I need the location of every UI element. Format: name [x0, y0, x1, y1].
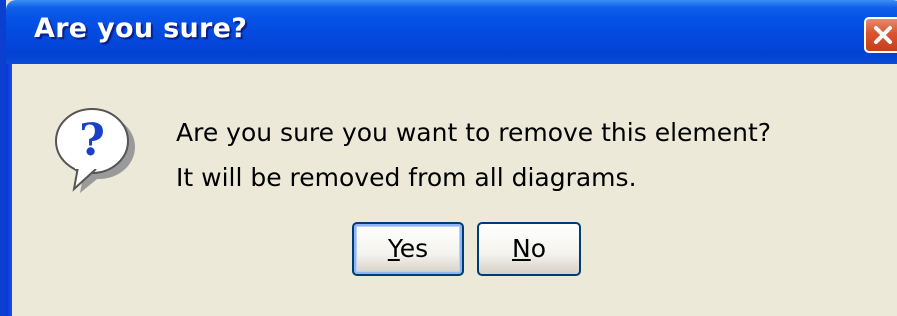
no-mnemonic: N — [512, 234, 531, 263]
yes-button[interactable]: Yes — [352, 222, 464, 276]
yes-label-rest: es — [399, 234, 429, 263]
yes-mnemonic: Y — [387, 234, 400, 263]
message-line-1: Are you sure you want to remove this ele… — [176, 118, 772, 147]
question-icon: ? — [55, 108, 135, 193]
svg-text:?: ? — [79, 115, 105, 166]
dialog-title: Are you sure? — [34, 13, 248, 44]
window-left-border — [6, 64, 12, 316]
message-line-2: It will be removed from all diagrams. — [176, 163, 637, 192]
close-button[interactable] — [864, 17, 897, 53]
no-button[interactable]: No — [477, 222, 581, 276]
dialog-message: Are you sure you want to remove this ele… — [176, 110, 771, 200]
title-bar[interactable]: Are you sure? — [6, 0, 897, 64]
close-icon — [874, 26, 892, 44]
dialog-window: Are you sure? ? Are you sure you want to… — [0, 0, 897, 316]
no-label-rest: o — [530, 234, 546, 263]
